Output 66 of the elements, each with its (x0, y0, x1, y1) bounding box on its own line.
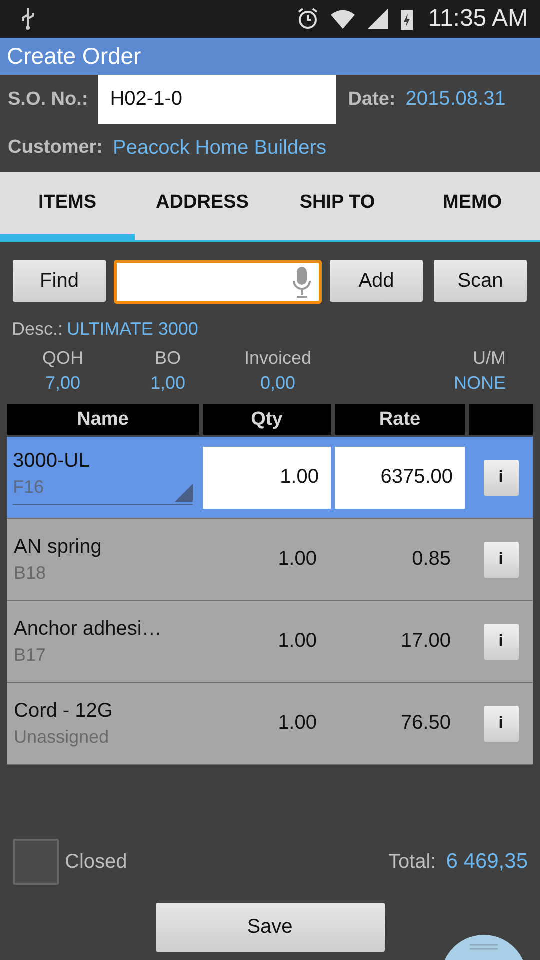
item-location: B18 (14, 562, 46, 584)
signal-icon (366, 7, 390, 31)
column-header: Rate (335, 404, 465, 435)
item-name: Anchor adhesi… (14, 618, 162, 640)
rate-cell-text: 17.00 (400, 630, 452, 653)
tab[interactable]: ADDRESS (135, 172, 270, 240)
closed-checkbox[interactable] (13, 839, 59, 885)
stat-value: 7,00 (45, 373, 81, 394)
qty-cell-text: 1.00 (278, 630, 318, 653)
battery-icon (400, 7, 414, 31)
item-row[interactable]: Cord - 12G Unassigned 1.00 76.50 i (7, 683, 533, 765)
item-row[interactable]: AN spring B18 1.00 0.85 i (7, 519, 533, 601)
desc-label: Desc.: (12, 318, 64, 340)
tab[interactable]: MEMO (405, 172, 540, 240)
item-row[interactable]: Anchor adhesi… B17 1.00 17.00 i (7, 601, 533, 683)
info-button[interactable]: i (484, 624, 518, 660)
lines-icon (470, 944, 498, 950)
rate-cell-text: 76.50 (400, 712, 452, 735)
qty-field[interactable]: 1.00 (203, 446, 331, 508)
stat-label: Invoiced (244, 348, 312, 369)
alarm-clock-icon (296, 7, 320, 31)
window-title: Create Order (7, 43, 142, 70)
stat-label: QOH (42, 348, 84, 369)
date-label: Date: (348, 88, 396, 110)
find-button[interactable]: Find (13, 260, 106, 302)
customer-label: Customer: (8, 137, 104, 159)
column-header (469, 404, 533, 435)
item-name: AN spring (14, 536, 102, 558)
item-location: F16 (13, 477, 44, 498)
date-value[interactable]: 2015.08.31 (406, 88, 506, 111)
desc-value: ULTIMATE 3000 (67, 318, 198, 340)
customer-value[interactable]: Peacock Home Builders (113, 136, 326, 160)
total-label: Total: (388, 850, 436, 874)
closed-label: Closed (65, 850, 128, 874)
qty-cell-text: 1.00 (278, 548, 318, 571)
column-header: Name (7, 404, 199, 435)
stat-value: NONE (454, 373, 506, 394)
column-header: Qty (203, 404, 331, 435)
add-button[interactable]: Add (330, 260, 423, 302)
item-row[interactable]: 3000-UL F16 1.00 6375.00 i (7, 437, 533, 519)
stat-label: BO (154, 348, 181, 369)
info-button[interactable]: i (484, 706, 518, 742)
item-location: Unassigned (14, 726, 110, 748)
tab[interactable]: ITEMS (0, 172, 135, 240)
item-name: Cord - 12G (14, 700, 113, 722)
so-label: S.O. No.: (8, 88, 88, 110)
rate-field[interactable]: 6375.00 (335, 446, 465, 508)
stat-value: 0,00 (260, 373, 296, 394)
tab[interactable]: SHIP TO (270, 172, 405, 240)
stat-label: U/M (473, 348, 506, 369)
qty-cell-text: 1.00 (278, 712, 318, 735)
so-number-field[interactable]: H02-1-0 (98, 75, 336, 124)
save-button[interactable]: Save (156, 903, 384, 952)
scan-button[interactable]: Scan (434, 260, 527, 302)
info-button[interactable]: i (484, 542, 518, 578)
item-name: 3000-UL (13, 450, 90, 473)
microphone-icon (293, 265, 311, 299)
stat-value: 1,00 (150, 373, 186, 394)
status-time: 11:35 AM (428, 5, 528, 33)
search-field[interactable] (114, 260, 322, 304)
rate-cell-text: 0.85 (412, 548, 452, 571)
dropdown-corner-icon (175, 484, 193, 502)
item-location: B17 (14, 644, 46, 666)
info-button[interactable]: i (484, 460, 518, 496)
total-value: 6 469,35 (446, 850, 528, 874)
usb-icon (20, 7, 36, 31)
